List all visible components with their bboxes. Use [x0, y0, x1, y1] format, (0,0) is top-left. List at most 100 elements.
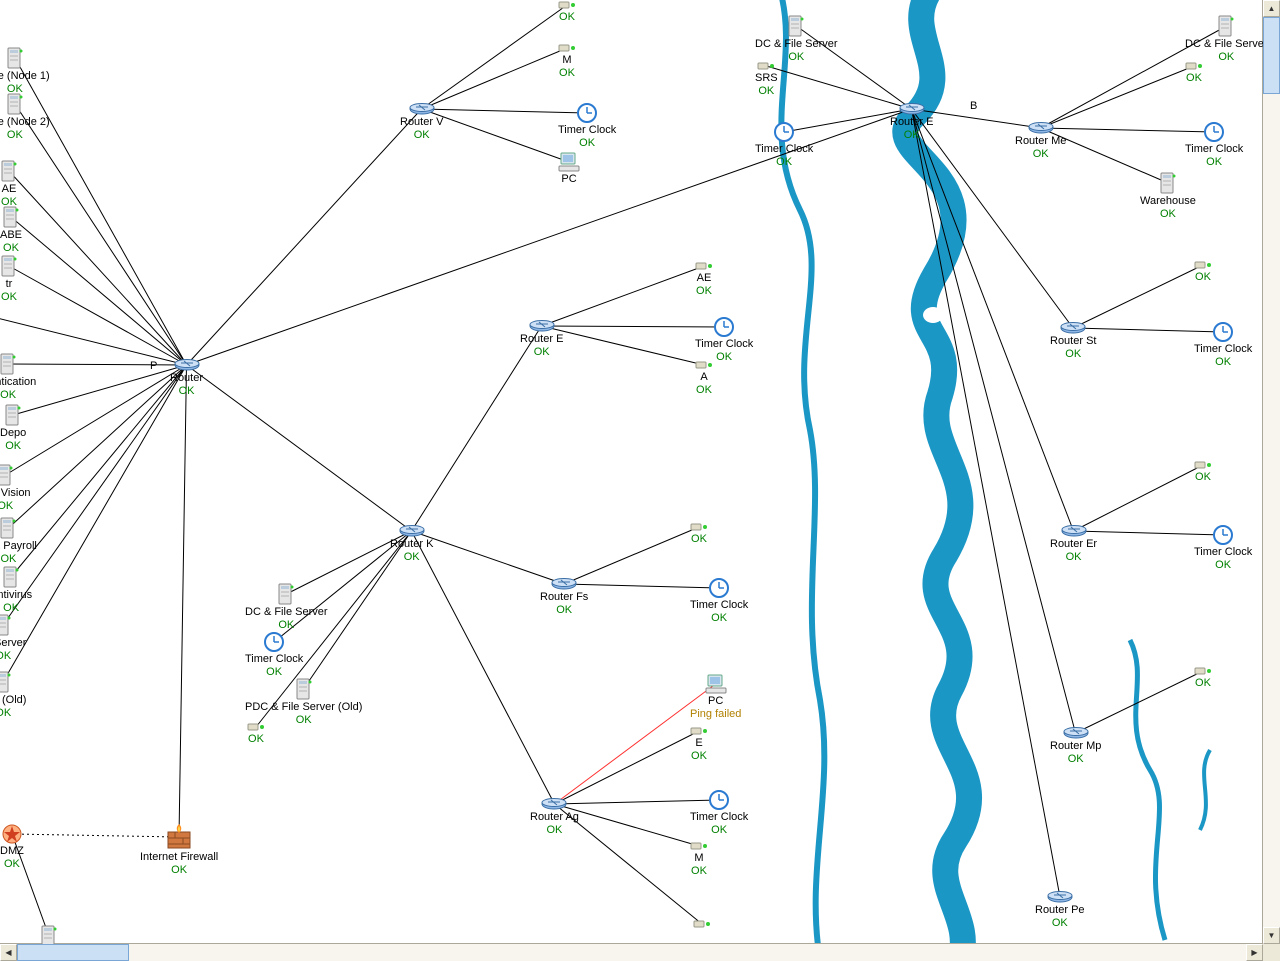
- node-routerst[interactable]: Router StOK: [1050, 322, 1096, 361]
- node-routerv[interactable]: Router VOK: [400, 103, 443, 142]
- node-okonly_me[interactable]: OK: [1185, 61, 1203, 85]
- node-routerer[interactable]: Router ErOK: [1050, 525, 1097, 564]
- node-label: base (Node 1): [0, 70, 50, 83]
- node-dc_k[interactable]: DC & File ServerOK: [245, 583, 328, 632]
- node-m[interactable]: MOK: [558, 43, 576, 80]
- hscroll-thumb[interactable]: [17, 944, 129, 961]
- node-st_sensor[interactable]: OK: [1194, 260, 1212, 284]
- scroll-up-button[interactable]: ▲: [1263, 0, 1280, 17]
- node-label: Router Me: [1015, 135, 1066, 148]
- node-clock_e[interactable]: Timer ClockOK: [695, 317, 753, 364]
- node-serverold[interactable]: rver (Old)OK: [0, 671, 26, 720]
- link-router-firewall: [179, 365, 187, 837]
- node-status: OK: [0, 553, 37, 566]
- node-fs_sensor[interactable]: OK: [690, 522, 708, 546]
- node-dmz[interactable]: DMZOK: [0, 824, 24, 871]
- node-label: Timer Clock: [690, 811, 748, 824]
- node-label: Timer Clock: [690, 599, 748, 612]
- node-pc_v[interactable]: PC: [558, 152, 580, 186]
- node-ae_l[interactable]: AEOK: [0, 160, 18, 209]
- node-abe[interactable]: ABEOK: [0, 206, 22, 255]
- node-ag_sensor[interactable]: [693, 919, 711, 930]
- node-routere2[interactable]: Router EOK: [890, 103, 933, 142]
- node-clock_ag[interactable]: Timer ClockOK: [690, 790, 748, 837]
- node-payroll[interactable]: er & PayrollOK: [0, 517, 37, 566]
- node-depo[interactable]: DepoOK: [0, 404, 26, 453]
- node-e[interactable]: EOK: [690, 726, 708, 763]
- link-router-routerv: [187, 109, 422, 365]
- node-fileserver[interactable]: ile ServerOK: [0, 614, 26, 663]
- node-okonly_v[interactable]: OK: [558, 0, 576, 24]
- vscroll-track[interactable]: [1263, 17, 1280, 927]
- node-routerme[interactable]: Router MeOK: [1015, 122, 1066, 161]
- node-label: Timer Clock: [1194, 343, 1252, 356]
- node-status: OK: [690, 865, 708, 878]
- scroll-down-button[interactable]: ▼: [1263, 927, 1280, 944]
- node-base1[interactable]: base (Node 1)OK: [0, 47, 50, 96]
- node-antivirus[interactable]: AntivirusOK: [0, 566, 32, 615]
- node-clock_st[interactable]: Timer ClockOK: [1194, 322, 1252, 369]
- node-label: PC: [558, 173, 580, 186]
- vertical-scrollbar[interactable]: ▲ ▼: [1262, 0, 1280, 944]
- node-clock_me[interactable]: Timer ClockOK: [1185, 122, 1243, 169]
- node-clock_top[interactable]: Timer ClockOK: [755, 122, 813, 169]
- node-clock_k[interactable]: Timer ClockOK: [245, 632, 303, 679]
- node-status: OK: [0, 500, 31, 513]
- node-label: use Vision: [0, 487, 31, 500]
- node-routerfs[interactable]: Router FsOK: [540, 578, 588, 617]
- node-okonly_k[interactable]: OK: [247, 722, 265, 746]
- node-status: OK: [1050, 348, 1096, 361]
- node-dc_right[interactable]: DC & File ServerOK: [1185, 15, 1263, 64]
- node-er_sensor[interactable]: OK: [1194, 460, 1212, 484]
- horizontal-scrollbar[interactable]: ◀ ▶: [0, 943, 1263, 961]
- link-router-routerk: [187, 365, 412, 531]
- node-label: Router: [170, 372, 203, 385]
- node-label: Timer Clock: [755, 143, 813, 156]
- node-vision[interactable]: use VisionOK: [0, 464, 31, 513]
- node-firewall[interactable]: Internet FirewallOK: [140, 824, 218, 877]
- node-base2[interactable]: base (Node 2)OK: [0, 93, 50, 142]
- node-m2[interactable]: MOK: [690, 841, 708, 878]
- node-label: Depo: [0, 427, 26, 440]
- node-routerag[interactable]: Router AgOK: [530, 798, 579, 837]
- node-warehouse[interactable]: WarehouseOK: [1140, 172, 1196, 221]
- node-mp_sensor[interactable]: OK: [1194, 666, 1212, 690]
- node-ae_r[interactable]: AEOK: [695, 261, 713, 298]
- link-routerk-routerag: [412, 531, 555, 804]
- node-label: ABE: [0, 229, 22, 242]
- link-router-base2: [15, 104, 187, 365]
- node-routerpe[interactable]: Router PeOK: [1035, 891, 1085, 930]
- node-label: Timer Clock: [1185, 143, 1243, 156]
- vscroll-thumb[interactable]: [1263, 17, 1280, 94]
- scroll-left-button[interactable]: ◀: [0, 944, 17, 961]
- link-routerv-pc_v: [422, 109, 570, 162]
- node-clock_er[interactable]: Timer ClockOK: [1194, 525, 1252, 572]
- node-srs[interactable]: SRSOK: [755, 61, 778, 98]
- hscroll-track[interactable]: [17, 944, 1246, 961]
- node-clock_fs[interactable]: Timer ClockOK: [690, 578, 748, 625]
- node-label: er & Payroll: [0, 540, 37, 553]
- node-pc_ag[interactable]: PCPing failed: [690, 674, 741, 721]
- node-clock_v[interactable]: Timer ClockOK: [558, 103, 616, 150]
- link-routere2-routermp: [912, 109, 1076, 733]
- node-label: Router Pe: [1035, 904, 1085, 917]
- node-routere1[interactable]: Router EOK: [520, 320, 563, 359]
- link-routerer-er_sensor: [1074, 465, 1204, 531]
- node-tr[interactable]: trOK: [0, 255, 18, 304]
- network-map-canvas[interactable]: base (Node 1)OKbase (Node 2)OKAEOKABEOKt…: [0, 0, 1263, 944]
- node-status: OK: [1140, 208, 1196, 221]
- node-status: OK: [1194, 356, 1252, 369]
- node-pdc_k[interactable]: PDC & File Server (Old)OK: [245, 678, 362, 727]
- node-a[interactable]: AOK: [695, 360, 713, 397]
- scroll-right-button[interactable]: ▶: [1246, 944, 1263, 961]
- node-proxy[interactable]: ProxyOK: [35, 925, 63, 944]
- node-router[interactable]: RouterOK: [170, 359, 203, 398]
- node-routermp[interactable]: Router MpOK: [1050, 727, 1101, 766]
- node-status: OK: [0, 291, 18, 304]
- node-dc_top[interactable]: DC & File ServerOK: [755, 15, 838, 64]
- node-routerk[interactable]: Router KOK: [390, 525, 433, 564]
- link-routere1-a: [542, 326, 705, 365]
- node-label: M: [690, 852, 708, 865]
- node-label: DC & File Server: [1185, 38, 1263, 51]
- node-auth[interactable]: thenticationOK: [0, 353, 36, 402]
